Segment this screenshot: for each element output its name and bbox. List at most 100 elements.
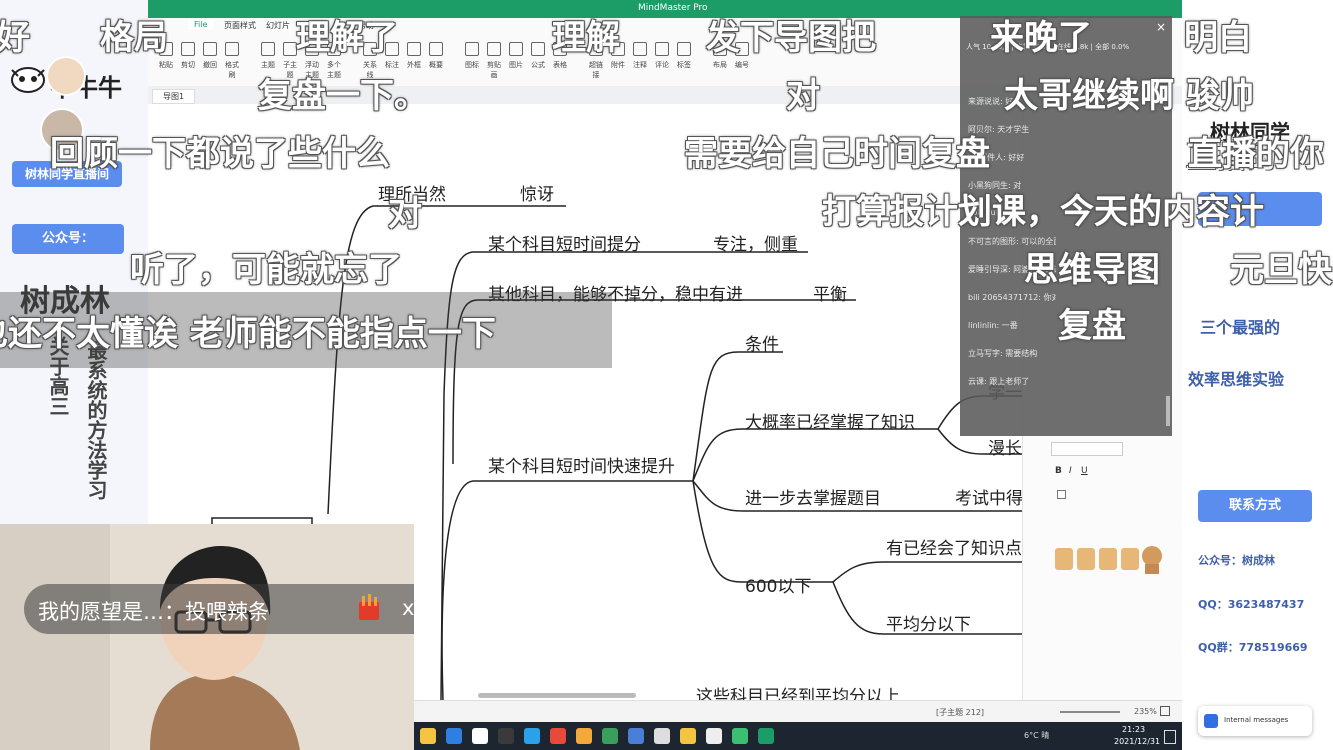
danmaku-comment: 太哥继续啊 骏帅	[1004, 76, 1254, 116]
node-conditions[interactable]: 条件	[745, 330, 779, 355]
node-below-600[interactable]: 600以下	[745, 572, 811, 597]
chat-message: 立马写字: 需要结构	[968, 349, 1038, 358]
chat-close-icon[interactable]: ×	[1156, 20, 1166, 34]
toolbar-button-label: 超链接	[589, 61, 603, 79]
node-known-points[interactable]: 有已经会了知识点	[886, 534, 1022, 559]
danmaku-comment: 对	[786, 76, 820, 116]
zoom-slider[interactable]	[1060, 711, 1120, 713]
clock-date: 2021/12/31	[1114, 737, 1161, 746]
node-mastered-knowledge[interactable]: 大概率已经掌握了知识	[745, 408, 915, 433]
streamer-photo	[0, 524, 414, 750]
danmaku-comment: 思维导图	[1024, 250, 1160, 290]
font-select[interactable]	[1051, 442, 1123, 456]
taskbar-app-icon[interactable]	[576, 728, 592, 744]
danmaku-comment: 直播的你	[1188, 134, 1324, 174]
taskbar-app-icon[interactable]	[654, 728, 670, 744]
danmaku-comment: 来晚了	[990, 18, 1092, 58]
toolbar-button[interactable]: 撤回	[200, 42, 220, 70]
chat-message: 云课: 跟上老师了	[968, 377, 1030, 386]
node-long[interactable]: 漫长	[988, 434, 1022, 459]
taskbar-app-icon[interactable]	[706, 728, 722, 744]
tab-document[interactable]: 导图1	[152, 89, 196, 104]
fit-icon[interactable]	[1160, 706, 1170, 716]
toolbar-button[interactable]: 公式	[528, 42, 548, 70]
toolbar-button[interactable]: 图片	[506, 42, 526, 70]
underline-button[interactable]: U	[1081, 466, 1088, 476]
avatar	[46, 56, 86, 96]
tool-icon	[509, 42, 523, 56]
message-icon	[1204, 714, 1218, 728]
tool-icon	[203, 42, 217, 56]
notification-icon[interactable]	[1164, 730, 1176, 744]
taskbar-app-icon[interactable]	[758, 728, 774, 744]
toolbar-button[interactable]: 剪贴画	[484, 42, 504, 80]
danmaku-comment: 回顾一下都说了些什么	[50, 134, 390, 174]
toolbar-button-label: 剪贴画	[487, 61, 501, 79]
taskbar-app-icon[interactable]	[498, 728, 514, 744]
danmaku-comment: 理解	[552, 18, 620, 58]
taskbar-app-icon[interactable]	[732, 728, 748, 744]
horizontal-scrollbar[interactable]	[478, 693, 636, 698]
danmaku-comment: 打算报计划课，今天的内容计	[822, 192, 1264, 232]
notify-text: Internal messages	[1224, 716, 1289, 724]
toolbar-button-label: 图标	[465, 61, 479, 69]
node-balance[interactable]: 平衡	[813, 280, 847, 305]
toolbar-button[interactable]: 标签	[674, 42, 694, 70]
danmaku-comment: 理解了	[296, 18, 398, 58]
node-master-questions[interactable]: 进一步去掌握题目	[745, 484, 881, 509]
node-in-exam[interactable]: 考试中得	[955, 484, 1022, 509]
bold-button[interactable]: B	[1055, 466, 1062, 476]
toolbar-button[interactable]: 注释	[630, 42, 650, 70]
taskbar-app-icon[interactable]	[472, 728, 488, 744]
tool-icon	[465, 42, 479, 56]
toolbar-button-label: 注释	[633, 61, 647, 69]
toolbar-button[interactable]: 剪切	[178, 42, 198, 70]
sticker-decoration	[1053, 540, 1163, 576]
qq-text: QQ：3623487437	[1198, 598, 1305, 611]
danmaku-comment: 需要给自己时间复盘	[684, 134, 990, 174]
toolbar-button-label: 公式	[531, 61, 545, 69]
toolbar-button-label: 粘贴	[159, 61, 173, 69]
gift-icon	[356, 594, 382, 622]
taskbar-app-icon[interactable]	[524, 728, 540, 744]
toolbar-button[interactable]: 外框	[404, 42, 424, 70]
gift-text: 我的愿望是…：投喂辣条	[38, 600, 269, 624]
taskbar-app-icon[interactable]	[628, 728, 644, 744]
toolbar-button-label: 标签	[677, 61, 691, 69]
danmaku-comment: 也还不太懂诶 老师能不能指点一下	[0, 314, 496, 354]
status-text: [子主题 212]	[936, 708, 985, 717]
blurb-line-1: 三个最强的	[1200, 318, 1281, 337]
official-account-button[interactable]: 公众号：	[12, 224, 124, 254]
danmaku-comment: 元旦快	[1230, 250, 1332, 290]
app-title: MindMaster Pro	[638, 3, 708, 13]
contact-button[interactable]: 联系方式	[1198, 490, 1312, 522]
temperature: 6°C 晴	[1024, 731, 1050, 740]
danmaku-comment: 复盘一下。	[258, 76, 428, 116]
chat-scrollbar[interactable]	[1166, 396, 1170, 426]
node-above-average[interactable]: 这些科目已经到平均分以上	[696, 682, 900, 700]
node-rapid-improvement[interactable]: 某个科目短时间快速提升	[488, 452, 675, 477]
toolbar-button[interactable]: 格式刷	[222, 42, 242, 80]
tool-icon	[261, 42, 275, 56]
node-short-term-score-boost[interactable]: 某个科目短时间提分	[488, 230, 641, 255]
taskbar-app-icon[interactable]	[602, 728, 618, 744]
tool-icon	[633, 42, 647, 56]
blurb-line-2: 效率思维实验	[1188, 370, 1285, 389]
danmaku-comment: 明白	[1184, 18, 1252, 58]
notify-toast[interactable]: Internal messages	[1198, 706, 1312, 736]
node-focus-emphasis[interactable]: 专注，侧重	[713, 230, 798, 255]
toolbar-button[interactable]: 主题	[258, 42, 278, 70]
node-surprised[interactable]: 惊讶	[520, 180, 554, 205]
node-below-average[interactable]: 平均分以下	[886, 610, 971, 635]
taskbar-app-icon[interactable]	[446, 728, 462, 744]
gift-count: x 1	[402, 596, 414, 620]
toolbar-button-label: 布局	[713, 61, 727, 69]
checkbox[interactable]	[1057, 490, 1066, 499]
toolbar-button[interactable]: 评论	[652, 42, 672, 70]
taskbar-app-icon[interactable]	[420, 728, 436, 744]
toolbar-button[interactable]: 概要	[426, 42, 446, 70]
italic-button[interactable]: I	[1069, 466, 1072, 476]
toolbar-button[interactable]: 图标	[462, 42, 482, 70]
taskbar-app-icon[interactable]	[680, 728, 696, 744]
taskbar-app-icon[interactable]	[550, 728, 566, 744]
